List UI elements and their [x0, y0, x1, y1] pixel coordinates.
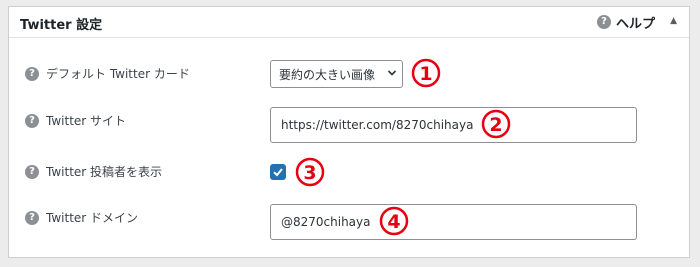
panel-title: Twitter 設定 — [20, 18, 103, 33]
collapse-toggle-icon[interactable]: ▲ — [670, 16, 677, 26]
twitter-site-label: Twitter サイト — [46, 114, 127, 128]
checkmark-icon — [273, 168, 283, 177]
svg-text:2: 2 — [489, 114, 502, 136]
default-card-label: デフォルト Twitter カード — [46, 67, 190, 81]
annotation-marker-3: 3 — [295, 157, 325, 187]
annotation-marker-4: 4 — [379, 206, 409, 236]
question-icon[interactable]: ? — [25, 164, 39, 179]
svg-text:1: 1 — [419, 63, 432, 85]
twitter-site-input[interactable] — [270, 107, 637, 143]
show-author-label: Twitter 投稿者を表示 — [46, 165, 163, 179]
question-icon[interactable]: ? — [25, 66, 39, 81]
question-icon[interactable]: ? — [25, 210, 39, 225]
twitter-settings-panel: Twitter 設定 ? ヘルプ ▲ ? デフォルト Twitter カード 要… — [8, 6, 690, 258]
help-button[interactable]: ? ヘルプ — [596, 13, 655, 32]
show-author-label-row: ? Twitter 投稿者を表示 — [25, 163, 162, 180]
annotation-marker-2: 2 — [481, 109, 511, 139]
svg-text:4: 4 — [387, 211, 400, 233]
show-author-checkbox[interactable] — [270, 164, 286, 180]
twitter-site-label-row: ? Twitter サイト — [25, 112, 126, 129]
twitter-domain-input[interactable] — [270, 204, 637, 240]
twitter-domain-label-row: ? Twitter ドメイン — [25, 209, 138, 226]
help-icon: ? — [596, 15, 611, 29]
twitter-domain-label: Twitter ドメイン — [46, 211, 139, 225]
default-card-label-row: ? デフォルト Twitter カード — [25, 65, 190, 82]
panel-header: Twitter 設定 ? ヘルプ ▲ — [9, 7, 689, 38]
chevron-down-icon — [387, 70, 397, 76]
annotation-marker-1: 1 — [411, 58, 441, 88]
svg-text:3: 3 — [303, 162, 316, 184]
twitter-card-select[interactable]: 要約の大きい画像 — [270, 60, 403, 88]
question-icon[interactable]: ? — [25, 113, 39, 128]
help-label: ヘルプ — [615, 16, 655, 32]
twitter-card-selected-value: 要約の大きい画像 — [279, 67, 376, 82]
